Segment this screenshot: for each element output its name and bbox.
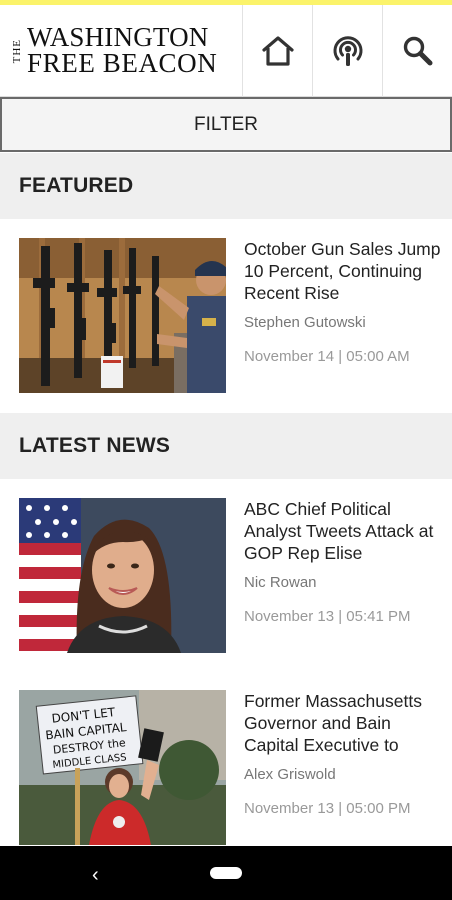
app-header: THE WASHINGTON FREE BEACON	[0, 5, 452, 97]
protest-image: DON'T LET BAIN CAPITAL DESTROY the MIDDL…	[19, 690, 226, 845]
article-author: Nic Rowan	[244, 574, 317, 591]
section-heading-featured: FEATURED	[0, 153, 452, 219]
article-author: Stephen Gutowski	[244, 314, 366, 331]
search-icon	[403, 36, 432, 66]
latest-article[interactable]: ABC Chief Political Analyst Tweets Attac…	[0, 498, 452, 668]
back-chevron-icon[interactable]: ‹	[92, 864, 99, 887]
podcast-button[interactable]	[312, 5, 382, 97]
article-author: Alex Griswold	[244, 766, 336, 783]
logo-wordmark: WASHINGTON FREE BEACON	[27, 24, 218, 78]
article-title[interactable]: Former Massachusetts Governor and Bain C…	[244, 690, 444, 756]
article-date: November 13 | 05:00 PM	[244, 800, 411, 817]
section-heading-latest-news: LATEST NEWS	[0, 413, 452, 479]
home-button[interactable]	[242, 5, 312, 97]
gun-store-image	[19, 238, 226, 393]
latest-article[interactable]: DON'T LET BAIN CAPITAL DESTROY the MIDDL…	[0, 690, 452, 860]
home-pill-icon[interactable]	[210, 867, 242, 879]
filter-button[interactable]: FILTER	[0, 97, 452, 152]
podcast-icon	[333, 36, 362, 66]
logo-line-2: FREE BEACON	[27, 48, 218, 78]
home-icon	[261, 36, 294, 66]
search-button[interactable]	[382, 5, 452, 97]
article-title[interactable]: ABC Chief Political Analyst Tweets Attac…	[244, 498, 444, 564]
article-thumbnail[interactable]	[19, 238, 226, 393]
site-logo[interactable]: THE WASHINGTON FREE BEACON	[0, 5, 242, 97]
article-thumbnail[interactable]: DON'T LET BAIN CAPITAL DESTROY the MIDDL…	[19, 690, 226, 845]
article-date: November 14 | 05:00 AM	[244, 348, 410, 365]
article-title[interactable]: October Gun Sales Jump 10 Percent, Conti…	[244, 238, 444, 304]
article-text: Former Massachusetts Governor and Bain C…	[244, 690, 444, 817]
article-text: October Gun Sales Jump 10 Percent, Conti…	[244, 238, 444, 365]
featured-article[interactable]: October Gun Sales Jump 10 Percent, Conti…	[0, 238, 452, 408]
logo-the: THE	[11, 38, 23, 64]
article-thumbnail[interactable]	[19, 498, 226, 653]
portrait-image	[19, 498, 226, 653]
article-text: ABC Chief Political Analyst Tweets Attac…	[244, 498, 444, 625]
system-nav-bar: ‹	[0, 846, 452, 900]
article-date: November 13 | 05:41 PM	[244, 608, 411, 625]
